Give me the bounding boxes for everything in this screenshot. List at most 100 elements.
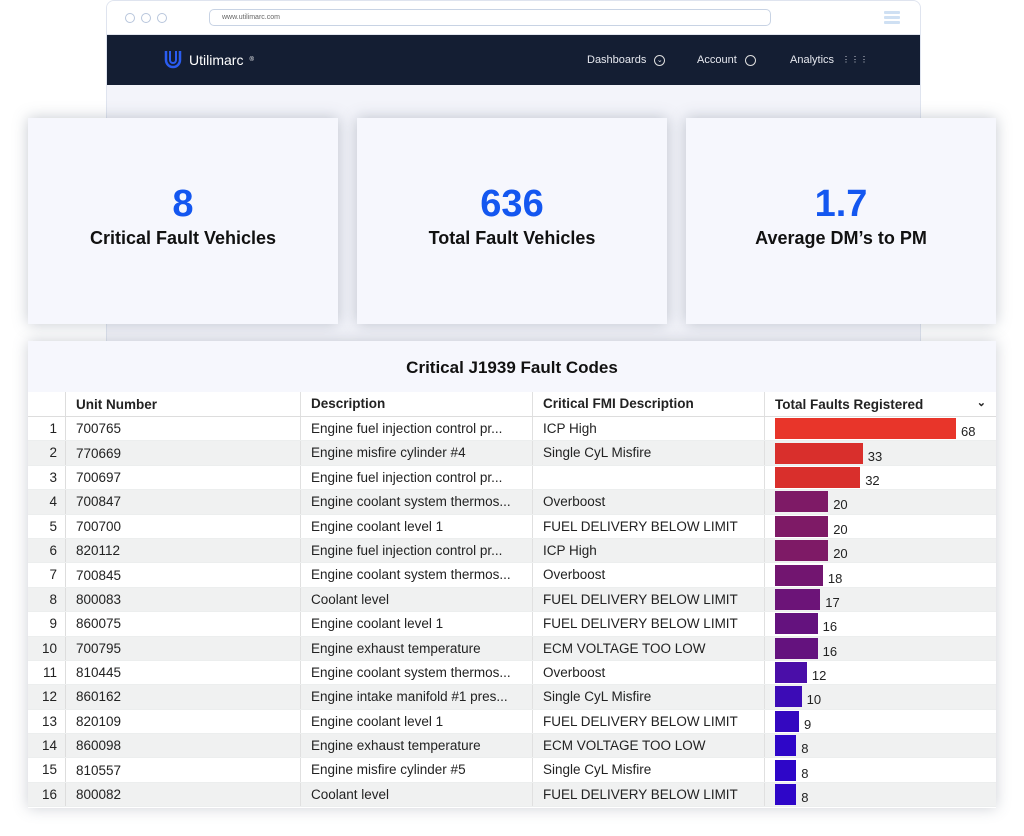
total-faults-cell: 20 xyxy=(764,514,996,538)
total-faults-cell: 8 xyxy=(764,758,996,782)
chevron-circle-icon: ⌄ xyxy=(654,54,666,66)
fmi-description: Overboost xyxy=(532,563,764,587)
kpi-value: 636 xyxy=(480,183,544,225)
total-faults-cell: 16 xyxy=(764,612,996,636)
total-faults-bar xyxy=(775,491,829,513)
table-header: Unit Number Description Critical FMI Des… xyxy=(28,392,996,417)
total-faults-cell: 18 xyxy=(764,563,996,587)
unit-number: 700700 xyxy=(76,518,122,534)
column-header-unit[interactable]: Unit Number xyxy=(66,397,300,412)
total-faults-cell: 12 xyxy=(764,660,996,685)
unit-number: 770669 xyxy=(76,445,122,461)
total-faults-bar xyxy=(775,759,797,781)
unit-number: 820109 xyxy=(76,713,122,729)
kpi-card-total: 636 Total Fault Vehicles xyxy=(357,118,667,324)
nav-account[interactable]: Account xyxy=(697,54,756,66)
column-header-total[interactable]: Total Faults Registered ⌄ xyxy=(764,392,996,416)
description: Engine exhaust temperature xyxy=(300,734,532,758)
brand-mark: ® xyxy=(249,57,254,63)
row-index: 10 xyxy=(28,636,66,660)
description: Coolant level xyxy=(300,782,532,807)
unit-number: 860098 xyxy=(76,738,122,754)
row-index: 2 xyxy=(28,441,66,465)
nav-analytics[interactable]: Analytics ⋮⋮⋮ xyxy=(790,54,868,66)
index-header xyxy=(28,392,66,416)
total-faults-value: 32 xyxy=(865,472,880,488)
table-row[interactable]: 5 700700 Engine coolant level 1 FUEL DEL… xyxy=(28,514,996,539)
unit-number: 860162 xyxy=(76,689,122,705)
total-faults-bar xyxy=(775,784,797,806)
table-row[interactable]: 3 700697 Engine fuel injection control p… xyxy=(28,465,996,491)
table-row[interactable]: 13 820109 Engine coolant level 1 FUEL DE… xyxy=(28,709,996,735)
address-bar[interactable]: www.utilimarc.com xyxy=(209,9,771,26)
total-faults-bar xyxy=(775,613,818,635)
total-faults-value: 8 xyxy=(801,741,809,757)
column-header-fmi[interactable]: Critical FMI Description xyxy=(532,392,764,416)
total-faults-bar xyxy=(775,540,829,562)
row-index: 7 xyxy=(28,563,66,587)
total-faults-cell: 32 xyxy=(764,465,996,490)
total-faults-bar xyxy=(775,662,807,684)
row-index: 12 xyxy=(28,685,66,709)
menu-icon[interactable] xyxy=(884,11,900,26)
fmi-description: ECM VOLTAGE TOO LOW xyxy=(532,636,764,660)
table-row[interactable]: 15 810557 Engine misfire cylinder #5 Sin… xyxy=(28,758,996,783)
fmi-description: ICP High xyxy=(532,538,764,563)
table-row[interactable]: 12 860162 Engine intake manifold #1 pres… xyxy=(28,685,996,710)
fmi-description: Single CyL Misfire xyxy=(532,685,764,709)
table-body: 1 700765 Engine fuel injection control p… xyxy=(28,417,996,808)
fmi-description: Single CyL Misfire xyxy=(532,441,764,465)
description: Engine misfire cylinder #5 xyxy=(300,758,532,782)
table-row[interactable]: 10 700795 Engine exhaust temperature ECM… xyxy=(28,636,996,661)
description: Engine coolant level 1 xyxy=(300,612,532,636)
total-faults-value: 20 xyxy=(833,546,848,562)
total-faults-cell: 8 xyxy=(764,782,996,807)
table-row[interactable]: 14 860098 Engine exhaust temperature ECM… xyxy=(28,734,996,759)
table-row[interactable]: 11 810445 Engine coolant system thermos.… xyxy=(28,660,996,686)
window-minimize-dot[interactable] xyxy=(141,13,151,23)
row-index: 4 xyxy=(28,490,66,514)
nav-label: Account xyxy=(697,54,737,66)
logo[interactable]: Utilimarc ® xyxy=(163,49,254,71)
nav-label: Dashboards xyxy=(587,54,647,66)
total-faults-cell: 10 xyxy=(764,685,996,709)
unit-number: 860075 xyxy=(76,616,122,632)
total-faults-value: 18 xyxy=(827,570,843,586)
total-faults-value: 10 xyxy=(806,692,822,708)
table-row[interactable]: 9 860075 Engine coolant level 1 FUEL DEL… xyxy=(28,612,996,637)
kpi-value: 8 xyxy=(172,183,194,225)
total-faults-value: 20 xyxy=(833,521,848,537)
total-faults-cell: 8 xyxy=(764,734,996,758)
table-row[interactable]: 16 800082 Coolant level FUEL DELIVERY BE… xyxy=(28,782,996,808)
table-row[interactable]: 1 700765 Engine fuel injection control p… xyxy=(28,417,996,442)
table-row[interactable]: 8 800083 Coolant level FUEL DELIVERY BEL… xyxy=(28,587,996,613)
row-index: 16 xyxy=(28,782,66,807)
fmi-description: FUEL DELIVERY BELOW LIMIT xyxy=(532,709,764,734)
window-close-dot[interactable] xyxy=(125,13,135,23)
unit-number: 700795 xyxy=(76,640,122,656)
total-faults-bar xyxy=(775,515,829,537)
kpi-value: 1.7 xyxy=(814,183,868,225)
table-row[interactable]: 2 770669 Engine misfire cylinder #4 Sing… xyxy=(28,441,996,466)
fmi-description xyxy=(532,465,764,490)
chevron-down-icon[interactable]: ⌄ xyxy=(977,396,986,409)
total-faults-bar xyxy=(775,442,863,464)
brand-name: Utilimarc xyxy=(189,52,244,68)
nav-dashboards[interactable]: Dashboards ⌄ xyxy=(587,54,666,66)
kpi-label: Critical Fault Vehicles xyxy=(89,228,277,248)
table-row[interactable]: 4 700847 Engine coolant system thermos..… xyxy=(28,490,996,515)
description: Engine coolant level 1 xyxy=(300,709,532,734)
fmi-description: ECM VOLTAGE TOO LOW xyxy=(532,734,764,758)
table-row[interactable]: 6 820112 Engine fuel injection control p… xyxy=(28,538,996,564)
unit-number: 810445 xyxy=(76,665,122,681)
window-maximize-dot[interactable] xyxy=(157,13,167,23)
total-faults-bar xyxy=(775,710,799,732)
panel-title: Critical J1939 Fault Codes xyxy=(28,341,996,392)
row-index: 14 xyxy=(28,734,66,758)
table-row[interactable]: 7 700845 Engine coolant system thermos..… xyxy=(28,563,996,588)
row-index: 8 xyxy=(28,587,66,612)
fmi-description: FUEL DELIVERY BELOW LIMIT xyxy=(532,587,764,612)
total-faults-bar xyxy=(775,637,818,659)
total-faults-bar xyxy=(775,735,797,757)
column-header-description[interactable]: Description xyxy=(300,392,532,416)
